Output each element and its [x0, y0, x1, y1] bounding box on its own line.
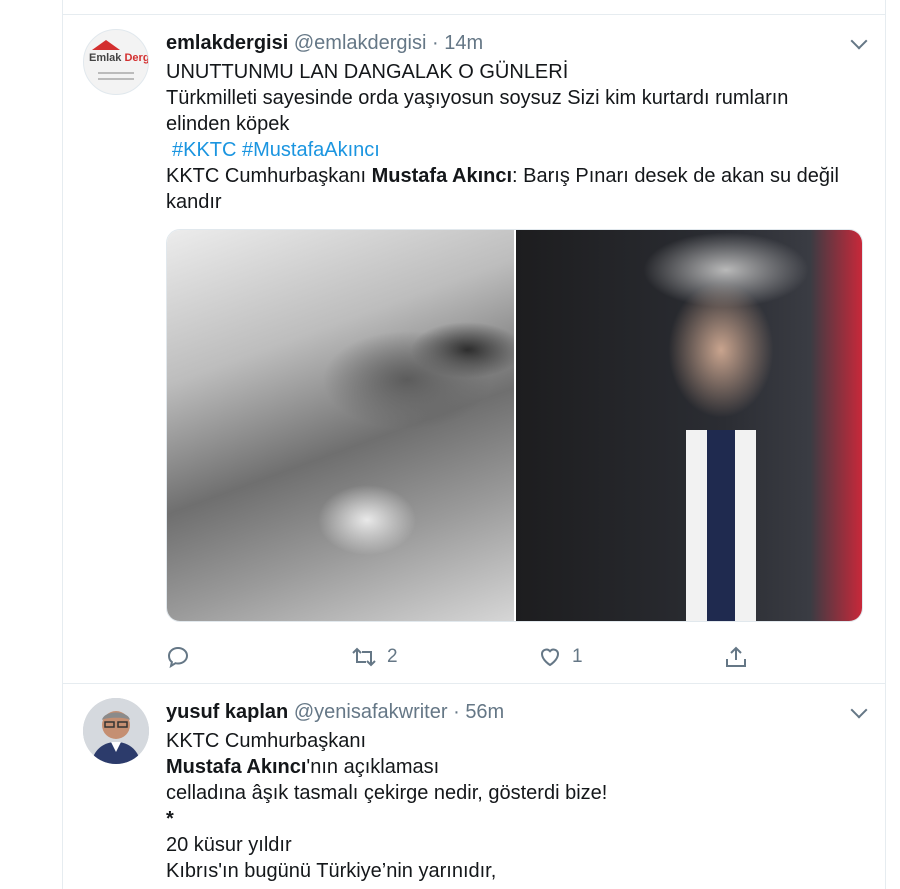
tweet-actions: 2 1 [166, 645, 766, 671]
photo-detail [686, 430, 756, 621]
media-photo-left[interactable] [167, 230, 514, 621]
quoted-headline: KKTC Cumhurbaşkanı Mustafa Akıncı: Barış… [166, 165, 839, 187]
timestamp[interactable]: 14m [444, 32, 483, 54]
handle[interactable]: @yenisafakwriter [294, 701, 448, 723]
media-photo-right[interactable] [516, 230, 862, 621]
logo-line [98, 72, 134, 74]
separator: · [432, 32, 439, 54]
tweet[interactable]: yusuf kaplan @yenisafakwriter · 56m KKTC… [63, 684, 885, 889]
avatar[interactable]: Emlak Dergisi [83, 29, 149, 95]
house-logo-icon [92, 40, 120, 50]
handle[interactable]: @emlakdergisi [294, 32, 427, 54]
tweet-body: emlakdergisi @emlakdergisi · 14m UNUTTUN… [166, 29, 865, 215]
timestamp[interactable]: 56m [465, 701, 504, 723]
display-name[interactable]: emlakdergisi [166, 32, 288, 54]
reply-icon [167, 646, 189, 669]
timeline-column: Emlak Dergisi emlakdergisi @emlakdergisi… [62, 0, 886, 889]
reply-button[interactable] [166, 645, 190, 669]
retweet-count: 2 [387, 646, 398, 667]
display-name[interactable]: yusuf kaplan [166, 701, 288, 723]
share-button[interactable] [724, 645, 748, 669]
share-icon [726, 646, 746, 667]
logo-line [98, 78, 134, 80]
hashtags[interactable]: #KKTC #MustafaAkıncı [166, 137, 865, 163]
tweet[interactable]: Emlak Dergisi emlakdergisi @emlakdergisi… [63, 15, 885, 684]
like-count: 1 [572, 646, 583, 667]
retweet-icon [352, 647, 376, 667]
like-button[interactable]: 1 [538, 645, 583, 669]
user-photo-icon [83, 698, 149, 764]
tweet-media[interactable] [166, 229, 863, 622]
tweet-header: emlakdergisi @emlakdergisi · 14m [166, 29, 865, 57]
avatar[interactable] [83, 698, 149, 764]
tweet-text: UNUTTUNMU LAN DANGALAK O GÜNLERİ Türkmil… [166, 59, 865, 215]
tweet-header: yusuf kaplan @yenisafakwriter · 56m [166, 698, 865, 726]
separator: · [453, 701, 460, 723]
tweet-body: yusuf kaplan @yenisafakwriter · 56m KKTC… [166, 698, 865, 884]
tweet-text: KKTC Cumhurbaşkanı Mustafa Akıncı'nın aç… [166, 730, 608, 882]
heart-icon [540, 648, 560, 667]
retweet-button[interactable]: 2 [351, 645, 398, 669]
avatar-logo: Emlak Dergisi [89, 52, 149, 64]
